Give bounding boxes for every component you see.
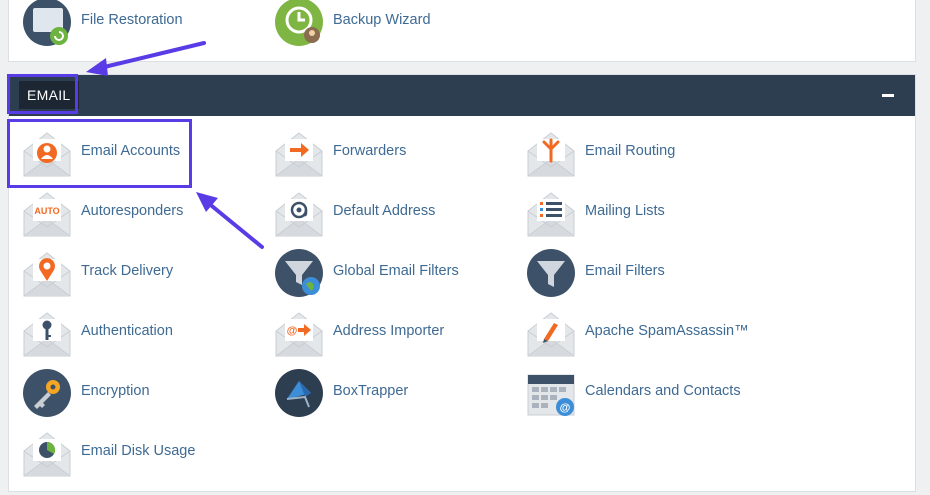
collapse-toggle-icon[interactable] xyxy=(877,84,899,106)
folder-restore-icon xyxy=(23,0,71,46)
boxtrapper-icon xyxy=(275,369,323,417)
authentication-label: Authentication xyxy=(81,323,173,339)
disk-usage-icon xyxy=(23,429,71,477)
filter-icon xyxy=(527,249,575,297)
mailing-lists-label: Mailing Lists xyxy=(585,203,665,219)
auto-icon: AUTO xyxy=(23,189,71,237)
track-delivery-label: Track Delivery xyxy=(81,263,174,279)
list-icon xyxy=(527,189,575,237)
track-delivery-link[interactable]: Track Delivery xyxy=(23,247,253,299)
global-filter-icon xyxy=(275,249,323,297)
apache-spamassassin-label: Apache SpamAssassin™ xyxy=(585,323,749,339)
calendars-and-contacts-link[interactable]: @ Calendars and Contacts xyxy=(527,367,757,419)
email-accounts-label: Email Accounts xyxy=(81,143,181,159)
file-restoration-label: File Restoration xyxy=(81,12,183,28)
forwarders-label: Forwarders xyxy=(333,143,407,159)
authentication-link[interactable]: Authentication xyxy=(23,307,253,359)
forward-arrow-icon xyxy=(275,129,323,177)
email-filters-link[interactable]: Email Filters xyxy=(527,247,757,299)
address-importer-label: Address Importer xyxy=(333,323,445,339)
backup-wizard-link[interactable]: Backup Wizard xyxy=(275,0,505,48)
apache-spamassassin-link[interactable]: Apache SpamAssassin™ xyxy=(527,307,757,359)
email-account-icon xyxy=(23,129,71,177)
email-disk-usage-link[interactable]: Email Disk Usage xyxy=(23,427,253,479)
spamassassin-icon xyxy=(527,309,575,357)
global-email-filters-link[interactable]: Global Email Filters xyxy=(275,247,505,299)
boxtrapper-link[interactable]: BoxTrapper xyxy=(275,367,505,419)
routing-icon xyxy=(527,129,575,177)
email-section-header[interactable]: EMAIL xyxy=(9,75,915,116)
email-section: EMAIL Email Accounts Forwarders Email Ro… xyxy=(8,74,916,492)
calendars-and-contacts-label: Calendars and Contacts xyxy=(585,383,741,399)
global-email-filters-label: Global Email Filters xyxy=(333,263,459,279)
autoresponders-link[interactable]: AUTO Autoresponders xyxy=(23,187,253,239)
mailing-lists-link[interactable]: Mailing Lists xyxy=(527,187,757,239)
address-importer-link[interactable]: @ Address Importer xyxy=(275,307,505,359)
at-sign-icon xyxy=(275,189,323,237)
files-section: File Restoration Backup Wizard xyxy=(8,0,916,62)
calendar-icon: @ xyxy=(527,369,575,417)
import-icon: @ xyxy=(275,309,323,357)
email-accounts-link[interactable]: Email Accounts xyxy=(23,127,253,179)
backup-wizard-label: Backup Wizard xyxy=(333,12,431,28)
svg-text:@: @ xyxy=(560,402,571,414)
email-filters-label: Email Filters xyxy=(585,263,665,279)
email-section-title: EMAIL xyxy=(19,81,79,109)
location-pin-icon xyxy=(23,249,71,297)
encryption-label: Encryption xyxy=(81,383,150,399)
default-address-link[interactable]: Default Address xyxy=(275,187,505,239)
encryption-key-icon xyxy=(23,369,71,417)
svg-text:@: @ xyxy=(287,325,298,337)
encryption-link[interactable]: Encryption xyxy=(23,367,253,419)
email-disk-usage-label: Email Disk Usage xyxy=(81,443,196,459)
auto-icon-text: AUTO xyxy=(34,206,59,216)
autoresponders-label: Autoresponders xyxy=(81,203,184,219)
key-icon xyxy=(23,309,71,357)
file-restoration-link[interactable]: File Restoration xyxy=(23,0,253,48)
email-routing-label: Email Routing xyxy=(585,143,676,159)
default-address-label: Default Address xyxy=(333,203,436,219)
email-routing-link[interactable]: Email Routing xyxy=(527,127,757,179)
forwarders-link[interactable]: Forwarders xyxy=(275,127,505,179)
backup-wizard-icon xyxy=(275,0,323,46)
boxtrapper-label: BoxTrapper xyxy=(333,383,409,399)
